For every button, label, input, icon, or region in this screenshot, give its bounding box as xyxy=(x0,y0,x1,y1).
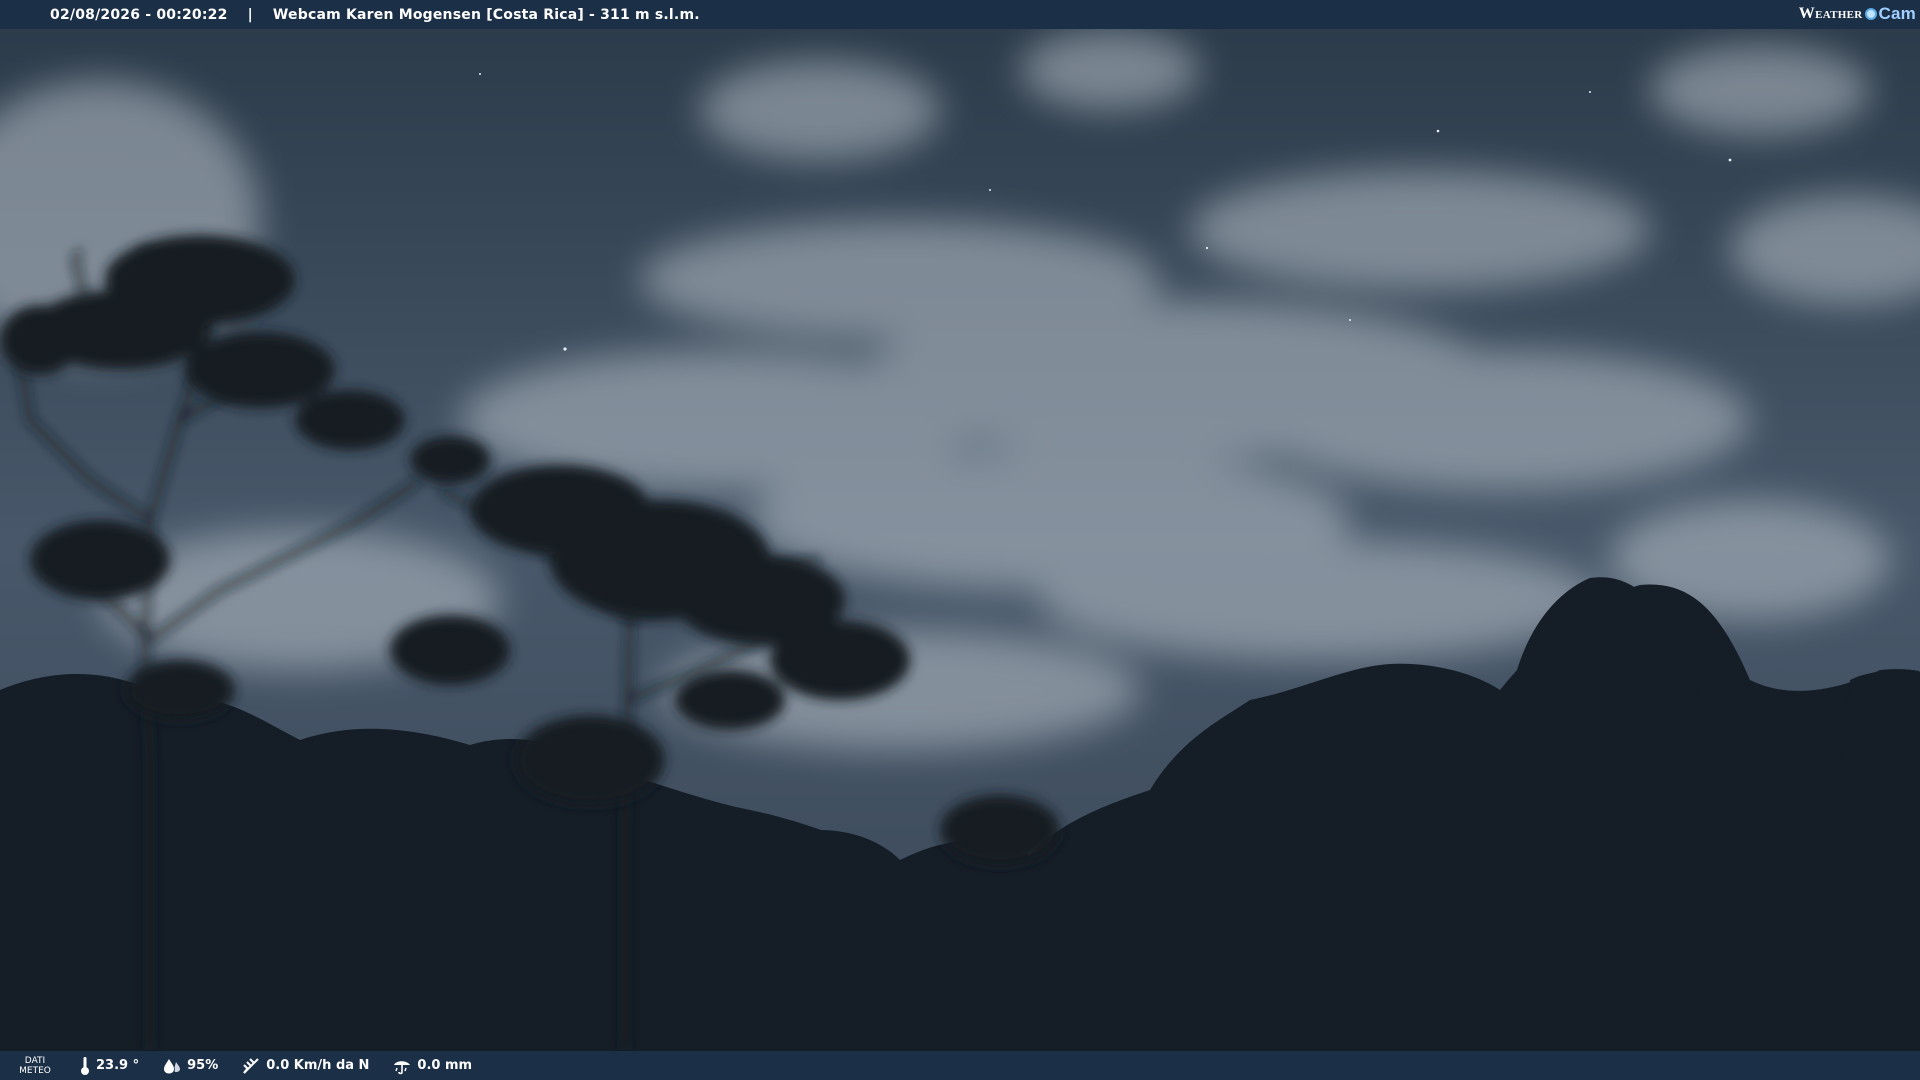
rain-metric: 0.0 mm xyxy=(393,1057,472,1075)
rain-value: 0.0 mm xyxy=(417,1058,473,1073)
humidity-value: 95% xyxy=(187,1058,219,1073)
meteo-text: METEO xyxy=(19,1065,51,1076)
dati-text: DATI xyxy=(24,1055,46,1066)
humidity-metric: 95% xyxy=(163,1058,218,1074)
wind-icon xyxy=(243,1057,259,1074)
dati-meteo-label: DATI METEO xyxy=(0,1056,70,1076)
weather-data-bar: DATI METEO 23.9 ° 95% 0.0 Km/h da N 0.0 … xyxy=(0,1051,1920,1080)
temperature-value: 23.9 ° xyxy=(96,1058,140,1073)
thermometer-icon xyxy=(81,1056,89,1075)
logo-cam-text: Cam xyxy=(1878,4,1916,23)
rain-icon xyxy=(394,1060,411,1074)
header-bar: 02/08/2026 - 00:20:22 | Webcam Karen Mog… xyxy=(0,0,1920,29)
logo-weather-text: Weather xyxy=(1798,5,1863,22)
webcam-title: Webcam Karen Mogensen [Costa Rica] - 311… xyxy=(272,6,700,23)
weathercam-logo[interactable]: Weather Cam xyxy=(1799,3,1916,25)
wind-metric: 0.0 Km/h da N xyxy=(242,1057,369,1075)
header-separator: | xyxy=(247,6,253,23)
webcam-frame: 02/08/2026 - 00:20:22 | Webcam Karen Mog… xyxy=(0,0,1920,1080)
temperature-metric: 23.9 ° xyxy=(80,1056,139,1076)
datetime-stamp: 02/08/2026 - 00:20:22 xyxy=(50,6,228,23)
humidity-icon xyxy=(164,1058,181,1073)
webcam-image xyxy=(0,0,1920,1080)
wind-value: 0.0 Km/h da N xyxy=(266,1058,370,1073)
logo-dot-icon xyxy=(1864,8,1877,20)
